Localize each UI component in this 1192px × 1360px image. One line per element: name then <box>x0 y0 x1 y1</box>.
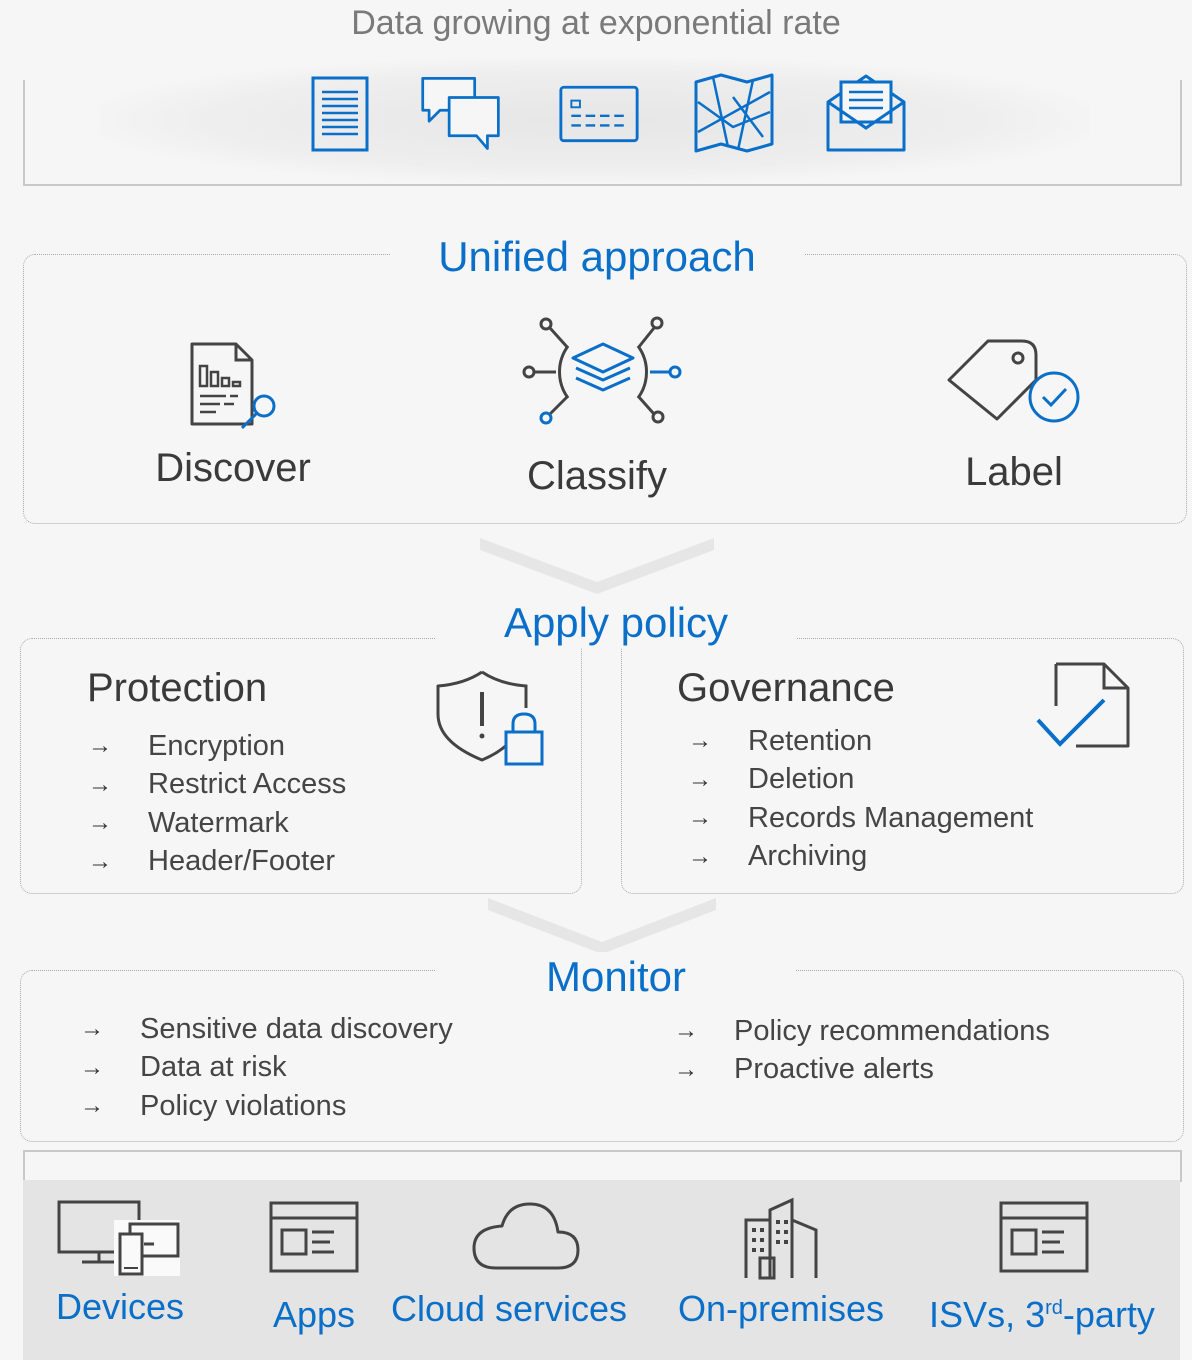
arrow-icon: → <box>688 727 712 755</box>
document-search-icon <box>190 342 276 430</box>
arrow-icon: → <box>88 847 112 875</box>
protection-list: → Encryption → Restrict Access → Watermark … <box>88 727 448 881</box>
document-check-icon <box>1036 662 1130 748</box>
data-growth-title: Data growing at exponential rate <box>351 4 841 42</box>
shield-lock-icon <box>436 670 544 766</box>
list-item: → Policy recommendations <box>674 1014 1050 1047</box>
arrow-icon: → <box>688 804 712 832</box>
list-item: → Policy violations <box>80 1089 347 1122</box>
devices-icon <box>57 1200 180 1276</box>
arrow-icon: → <box>688 842 712 870</box>
protection-title: Protection <box>87 666 268 710</box>
monitor-list-right: → Policy recommendations → Proactive alert… <box>674 1012 1134 1089</box>
source-cloud-services-label: Cloud services <box>390 1288 628 1329</box>
list-item: → Header/Footer <box>88 845 335 878</box>
building-icon <box>744 1197 818 1280</box>
source-isvs-label: ISVs, 3rd-party <box>929 1294 1155 1335</box>
flow-chevron-2 <box>488 898 716 954</box>
list-item: → Data at risk <box>80 1051 287 1084</box>
sources-bracket <box>23 1150 1182 1182</box>
email-icon <box>826 74 906 152</box>
monitor-list-left: → Sensitive data discovery → Data at risk … <box>80 1010 540 1126</box>
governance-list: → Retention → Deletion → Records Management… <box>688 722 1088 876</box>
arrow-icon: → <box>88 809 112 837</box>
list-item: → Sensitive data discovery <box>80 1012 453 1045</box>
list-item: → Encryption <box>88 729 286 762</box>
cloud-icon <box>472 1202 580 1270</box>
step-discover-label: Discover <box>155 446 311 490</box>
app-window-icon <box>999 1201 1089 1273</box>
source-apps-label: Apps <box>272 1294 356 1335</box>
arrow-icon: → <box>80 1092 104 1120</box>
document-icon <box>311 76 369 152</box>
list-item: → Watermark <box>88 806 289 839</box>
map-icon <box>694 73 774 153</box>
list-item: → Proactive alerts <box>674 1053 934 1086</box>
source-devices-label: Devices <box>55 1286 185 1327</box>
list-item: → Archiving <box>688 840 868 873</box>
arrow-icon: → <box>674 1017 698 1045</box>
arrow-icon: → <box>88 732 112 760</box>
arrow-icon: → <box>674 1055 698 1083</box>
list-item: → Retention <box>688 724 873 757</box>
chat-icon <box>421 77 500 150</box>
arrow-icon: → <box>688 765 712 793</box>
apply-policy-title: Apply policy <box>436 598 796 648</box>
step-classify-label: Classify <box>526 454 668 498</box>
governance-title: Governance <box>677 666 895 710</box>
arrow-icon: → <box>80 1053 104 1081</box>
card-icon <box>559 85 639 143</box>
unified-approach-title: Unified approach <box>390 232 804 282</box>
tag-check-icon <box>947 339 1080 423</box>
flow-chevron-1 <box>480 538 714 594</box>
list-item: → Restrict Access <box>88 768 347 801</box>
classify-layers-icon <box>522 316 682 425</box>
app-window-icon <box>269 1201 359 1273</box>
list-item: → Deletion <box>688 763 855 796</box>
arrow-icon: → <box>80 1015 104 1043</box>
arrow-icon: → <box>88 770 112 798</box>
list-item: → Records Management <box>688 801 1034 834</box>
step-label-label: Label <box>965 450 1063 494</box>
source-on-premises-label: On-premises <box>677 1288 885 1329</box>
monitor-title: Monitor <box>436 952 796 1002</box>
